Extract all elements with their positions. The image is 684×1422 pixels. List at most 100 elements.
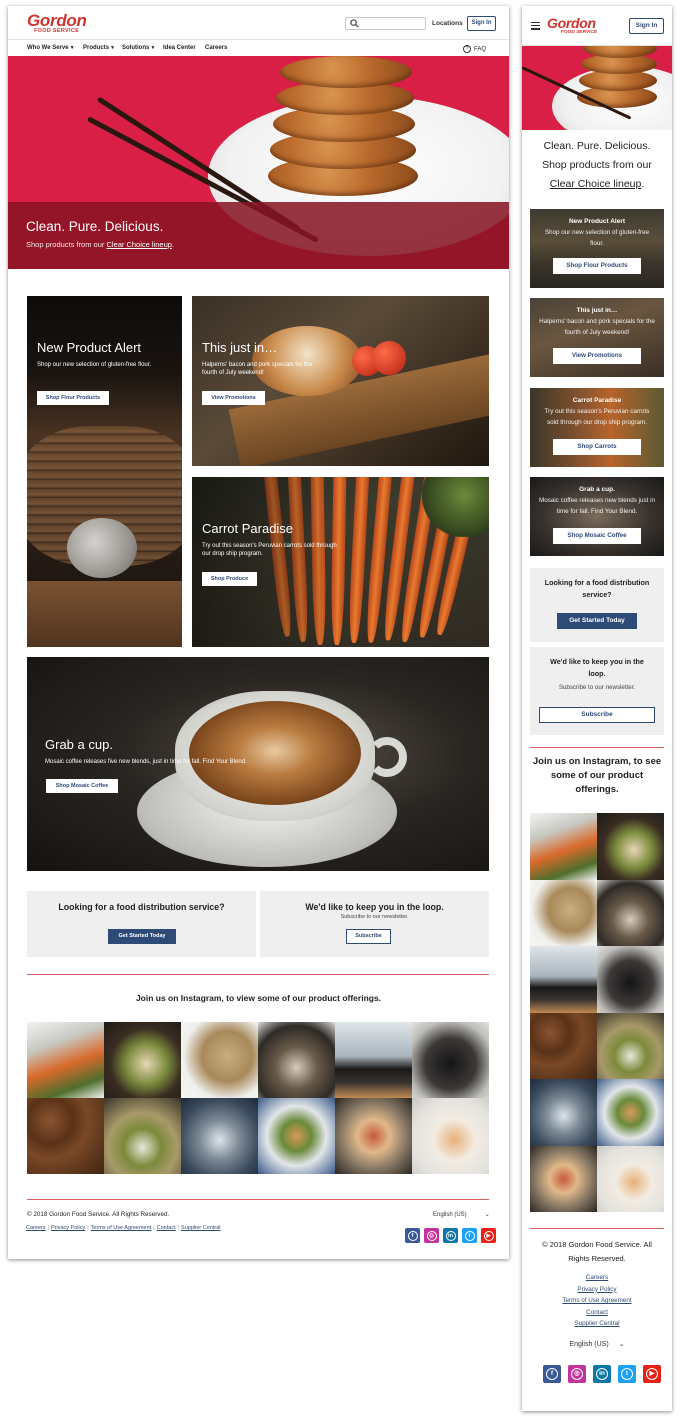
shop-flour-button[interactable]: Shop Flour Products <box>553 258 641 274</box>
clear-choice-link[interactable]: Clear Choice lineup <box>106 240 171 249</box>
twitter-glyph: t <box>621 1368 633 1380</box>
newsletter-heading: We'd like to keep you in the loop. <box>550 657 644 678</box>
instagram-photo-carrots[interactable] <box>530 813 597 880</box>
promo-tile-flour[interactable]: New Product Alert Shop our new selection… <box>27 296 182 647</box>
get-started-button[interactable]: Get Started Today <box>557 613 637 629</box>
mobile-promo-coffee[interactable]: Grab a cup. Mosaic coffee releases new b… <box>530 477 664 556</box>
instagram-photo-burger[interactable] <box>258 1098 335 1174</box>
instagram-photo-espresso-glass[interactable] <box>530 946 597 1013</box>
subscribe-button[interactable]: Subscribe <box>346 929 391 944</box>
twitter-icon[interactable]: t <box>618 1365 636 1383</box>
view-promotions-button[interactable]: View Promotions <box>553 348 641 364</box>
clear-choice-link[interactable]: Clear Choice lineup <box>550 178 642 190</box>
instagram-photo-scones[interactable] <box>530 879 597 946</box>
nav-solutions[interactable]: Solutions▼ <box>122 45 155 51</box>
sign-in-button[interactable]: Sign In <box>467 16 496 31</box>
linkedin-icon[interactable]: in <box>593 1365 611 1383</box>
facebook-icon[interactable]: f <box>543 1365 561 1383</box>
mobile-footer-divider <box>530 1228 664 1229</box>
footer-divider <box>27 1199 489 1200</box>
instagram-photo-espresso-glass[interactable] <box>335 1022 412 1098</box>
instagram-photo-scones[interactable] <box>181 1022 258 1098</box>
facebook-icon[interactable]: f <box>405 1228 420 1243</box>
twitter-icon[interactable]: t <box>462 1228 477 1243</box>
footer-link-terms[interactable]: Terms of Use Agreement <box>522 1295 672 1307</box>
footer-link-careers[interactable]: Careers <box>522 1272 672 1284</box>
search-input[interactable] <box>362 19 422 28</box>
search-box[interactable] <box>345 17 426 30</box>
chevron-down-icon: ▼ <box>69 45 75 51</box>
footer-link-careers[interactable]: Careers <box>26 1225 46 1231</box>
instagram-photo-coffee-beans[interactable] <box>27 1098 104 1174</box>
language-select[interactable]: English (US) ⌄ <box>522 1340 672 1348</box>
youtube-icon[interactable]: ▶ <box>643 1365 661 1383</box>
search-icon[interactable] <box>350 19 359 28</box>
mobile-promo-flour[interactable]: New Product Alert Shop our new selection… <box>530 209 664 288</box>
gordon-logo[interactable]: Gordon FOOD SERVICE <box>547 16 597 36</box>
logo-wordmark: Gordon <box>27 11 87 30</box>
nav-idea-center[interactable]: Idea Center <box>163 45 196 51</box>
subscribe-button[interactable]: Subscribe <box>539 707 655 723</box>
shop-produce-button[interactable]: Shop Produce <box>202 572 257 586</box>
view-promotions-button[interactable]: View Promotions <box>202 391 265 405</box>
nav-products[interactable]: Products▼ <box>83 45 115 51</box>
gordon-logo[interactable]: Gordon FOOD SERVICE <box>27 11 87 35</box>
shop-coffee-button[interactable]: Shop Mosaic Coffee <box>46 779 118 793</box>
instagram-photo-burger[interactable] <box>597 1079 664 1146</box>
shop-coffee-button[interactable]: Shop Mosaic Coffee <box>553 528 641 544</box>
distribution-heading: Looking for a food distribution service? <box>58 902 225 912</box>
instagram-photo-coffee-beans[interactable] <box>530 1012 597 1079</box>
instagram-photo-latte-pour[interactable] <box>597 879 664 946</box>
shop-carrots-button[interactable]: Shop Carrots <box>553 439 641 455</box>
instagram-photo-salad-bowl[interactable] <box>597 1012 664 1079</box>
instagram-photo-oysters[interactable] <box>530 1079 597 1146</box>
footer-link-contact[interactable]: Contact <box>157 1225 176 1231</box>
social-links: f ◎ in t ▶ <box>405 1228 496 1243</box>
youtube-glyph: ▶ <box>483 1230 494 1241</box>
linkedin-icon[interactable]: in <box>443 1228 458 1243</box>
footer-link-contact[interactable]: Contact <box>522 1307 672 1319</box>
instagram-icon[interactable]: ◎ <box>424 1228 439 1243</box>
shop-flour-button[interactable]: Shop Flour Products <box>37 391 109 405</box>
locations-link[interactable]: Locations <box>432 20 463 27</box>
promo-title: New Product Alert <box>37 340 142 355</box>
instagram-photo-latte-pour[interactable] <box>258 1022 335 1098</box>
footer-link-supplier[interactable]: Supplier Central <box>181 1225 220 1231</box>
promo-text: Try out this season's Peruvian carrots s… <box>202 543 337 557</box>
instagram-photo-pasta-plate[interactable] <box>104 1022 181 1098</box>
promo-tile-promotions[interactable]: This just in… Halperns' bacon and pork s… <box>192 296 489 466</box>
instagram-photo-coffee-jar[interactable] <box>597 946 664 1013</box>
instagram-photo-sandwich[interactable] <box>335 1098 412 1174</box>
instagram-photo-coffee-jar[interactable] <box>412 1022 489 1098</box>
instagram-photo-citrus-tart[interactable] <box>412 1098 489 1174</box>
promo-tile-coffee[interactable]: Grab a cup. Mosaic coffee releases five … <box>27 657 489 871</box>
instagram-photo-oysters[interactable] <box>181 1098 258 1174</box>
mobile-section-divider <box>530 747 664 748</box>
promo-tile-carrots[interactable]: Carrot Paradise Try out this season's Pe… <box>192 477 489 647</box>
footer-link-supplier[interactable]: Supplier Central <box>522 1318 672 1330</box>
instagram-photo-pasta-plate[interactable] <box>597 813 664 880</box>
instagram-photo-sandwich[interactable] <box>530 1145 597 1212</box>
mobile-promo-promotions[interactable]: This just in… Halperns' bacon and pork s… <box>530 298 664 377</box>
youtube-icon[interactable]: ▶ <box>481 1228 496 1243</box>
instagram-photo-citrus-tart[interactable] <box>597 1145 664 1212</box>
get-started-button[interactable]: Get Started Today <box>108 929 176 944</box>
footer-link-terms[interactable]: Terms of Use Agreement <box>91 1225 152 1231</box>
newsletter-box: We'd like to keep you in the loop. Subsc… <box>260 891 489 957</box>
sign-in-button[interactable]: Sign In <box>629 18 664 34</box>
instagram-icon[interactable]: ◎ <box>568 1365 586 1383</box>
instagram-photo-carrots[interactable] <box>27 1022 104 1098</box>
faq-link[interactable]: ? FAQ <box>463 45 486 53</box>
tile-photo-tomato <box>372 341 406 375</box>
mobile-hero-image[interactable] <box>522 46 672 130</box>
mobile-instagram-grid <box>530 813 664 1212</box>
mobile-promo-carrots[interactable]: Carrot Paradise Try out this season's Pe… <box>530 388 664 467</box>
twitter-glyph: t <box>464 1230 475 1241</box>
footer-link-privacy[interactable]: Privacy Policy <box>51 1225 85 1231</box>
hamburger-menu-icon[interactable] <box>531 22 540 32</box>
instagram-photo-salad-bowl[interactable] <box>104 1098 181 1174</box>
nav-careers[interactable]: Careers <box>205 45 227 51</box>
language-select[interactable]: English (US) ⌄ <box>433 1211 490 1218</box>
nav-who-we-serve[interactable]: Who We Serve▼ <box>27 45 75 51</box>
footer-link-privacy[interactable]: Privacy Policy <box>522 1284 672 1296</box>
